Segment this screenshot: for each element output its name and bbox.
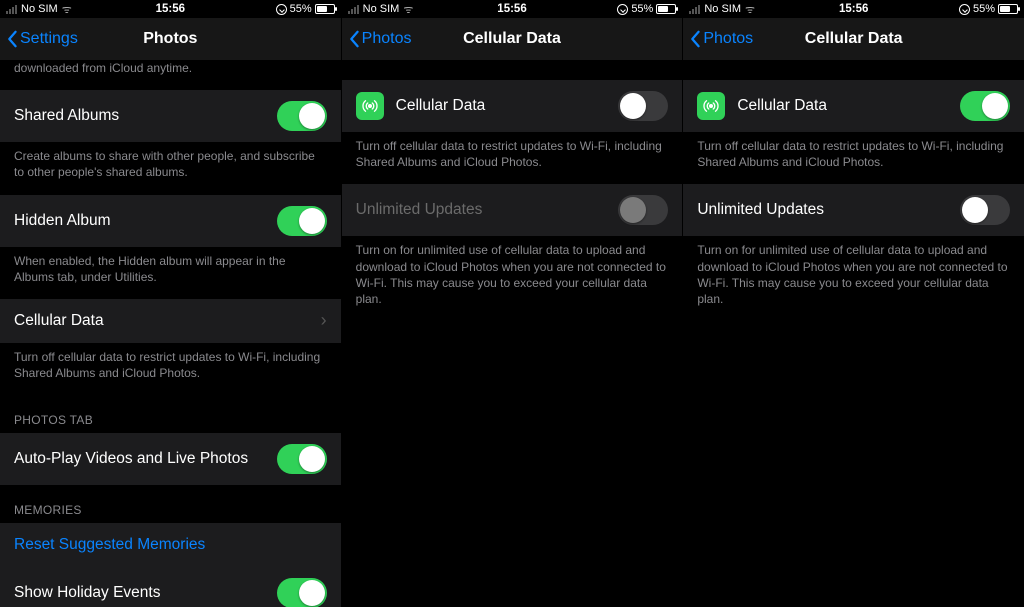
autoplay-toggle[interactable] [277, 444, 327, 474]
status-bar: No SIM ᯤ 15:56 55% [0, 0, 341, 18]
cellular-data-toggle-row[interactable]: Cellular Data [342, 80, 683, 132]
cellular-data-pane-on: No SIM ᯤ 15:56 55% Photos Cellular Data … [682, 0, 1024, 607]
status-bar: No SIM ᯤ 15:56 55% [342, 0, 683, 18]
navigation-bar: Photos Cellular Data [683, 18, 1024, 60]
row-label: Unlimited Updates [356, 201, 619, 219]
rotation-lock-icon [276, 4, 287, 15]
battery-icon [656, 4, 676, 14]
battery-icon [998, 4, 1018, 14]
settings-photos-pane: No SIM ᯤ 15:56 55% Settings Photos downl… [0, 0, 341, 607]
row-label: Cellular Data [396, 97, 619, 115]
cellular-data-toggle[interactable] [618, 91, 668, 121]
cellular-data-pane-off: No SIM ᯤ 15:56 55% Photos Cellular Data … [341, 0, 683, 607]
battery-icon [315, 4, 335, 14]
autoplay-row[interactable]: Auto-Play Videos and Live Photos [0, 433, 341, 485]
hidden-album-footer: When enabled, the Hidden album will appe… [0, 247, 341, 299]
cutoff-footer: downloaded from iCloud anytime. [0, 60, 341, 90]
navigation-bar: Photos Cellular Data [342, 18, 683, 60]
holiday-events-toggle[interactable] [277, 578, 327, 607]
cellular-data-footer: Turn off cellular data to restrict updat… [683, 132, 1024, 184]
row-label: Unlimited Updates [697, 201, 960, 219]
unlimited-updates-footer: Turn on for unlimited use of cellular da… [683, 236, 1024, 321]
page-title: Cellular Data [342, 30, 683, 48]
hidden-album-row[interactable]: Hidden Album [0, 195, 341, 247]
photos-tab-header: PHOTOS TAB [0, 395, 341, 433]
unlimited-updates-footer: Turn on for unlimited use of cellular da… [342, 236, 683, 321]
unlimited-updates-row[interactable]: Unlimited Updates [683, 184, 1024, 236]
hidden-album-toggle[interactable] [277, 206, 327, 236]
settings-list[interactable]: downloaded from iCloud anytime. Shared A… [0, 60, 341, 607]
page-title: Photos [0, 30, 341, 48]
row-label: Cellular Data [14, 312, 321, 330]
clock: 15:56 [0, 3, 341, 15]
row-label: Shared Albums [14, 107, 277, 125]
navigation-bar: Settings Photos [0, 18, 341, 60]
shared-albums-toggle[interactable] [277, 101, 327, 131]
settings-list[interactable]: Cellular Data Turn off cellular data to … [683, 60, 1024, 607]
antenna-icon [356, 92, 384, 120]
chevron-right-icon: › [321, 310, 327, 331]
cellular-data-toggle-row[interactable]: Cellular Data [683, 80, 1024, 132]
cellular-data-footer: Turn off cellular data to restrict updat… [342, 132, 683, 184]
row-label: Cellular Data [737, 97, 960, 115]
page-title: Cellular Data [683, 30, 1024, 48]
row-label: Auto-Play Videos and Live Photos [14, 450, 277, 468]
unlimited-updates-toggle [618, 195, 668, 225]
row-label: Reset Suggested Memories [14, 536, 327, 554]
cellular-data-row[interactable]: Cellular Data › [0, 299, 341, 343]
clock: 15:56 [342, 3, 683, 15]
row-label: Show Holiday Events [14, 584, 277, 602]
shared-albums-row[interactable]: Shared Albums [0, 90, 341, 142]
status-bar: No SIM ᯤ 15:56 55% [683, 0, 1024, 18]
reset-memories-row[interactable]: Reset Suggested Memories [0, 523, 341, 567]
unlimited-updates-toggle[interactable] [960, 195, 1010, 225]
clock: 15:56 [683, 3, 1024, 15]
cellular-data-toggle[interactable] [960, 91, 1010, 121]
memories-header: MEMORIES [0, 485, 341, 523]
settings-list[interactable]: Cellular Data Turn off cellular data to … [342, 60, 683, 607]
cellular-data-footer: Turn off cellular data to restrict updat… [0, 343, 341, 395]
unlimited-updates-row: Unlimited Updates [342, 184, 683, 236]
row-label: Hidden Album [14, 212, 277, 230]
rotation-lock-icon [617, 4, 628, 15]
holiday-events-row[interactable]: Show Holiday Events [0, 567, 341, 607]
antenna-icon [697, 92, 725, 120]
shared-albums-footer: Create albums to share with other people… [0, 142, 341, 194]
rotation-lock-icon [959, 4, 970, 15]
